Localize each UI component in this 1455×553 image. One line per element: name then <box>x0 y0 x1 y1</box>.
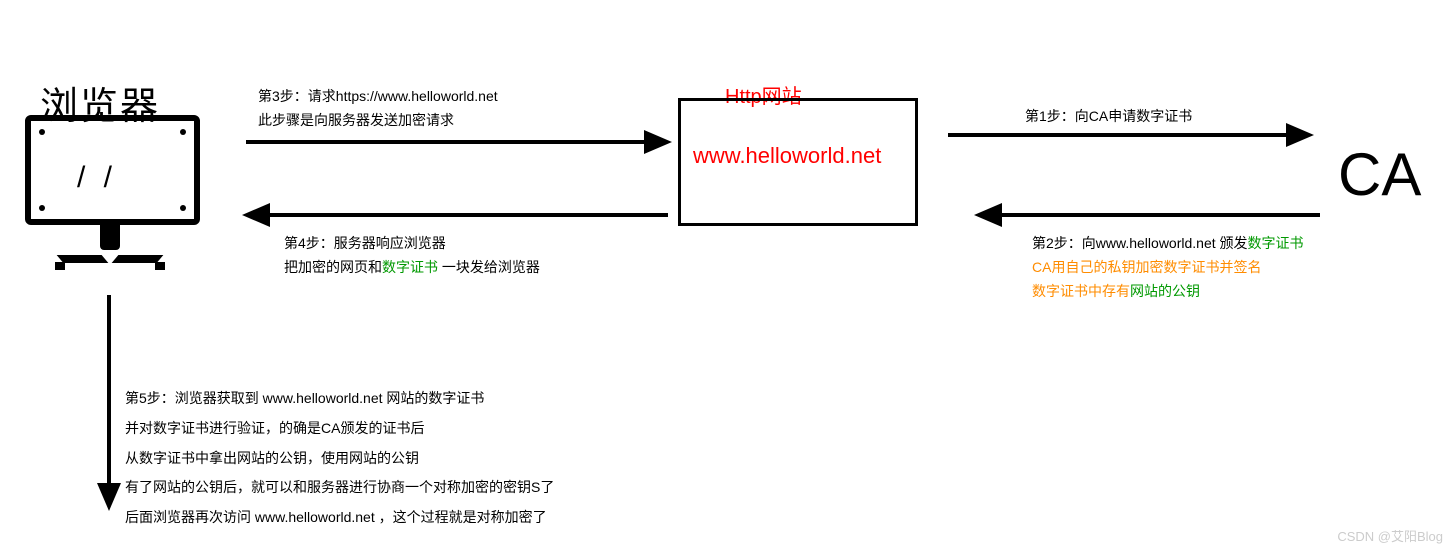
step5-text: 第5步：浏览器获取到 www.helloworld.net 网站的数字证书 并对… <box>125 387 554 536</box>
arrow-step2-head <box>974 203 1002 227</box>
arrow-step1-head <box>1286 123 1314 147</box>
monitor-foot-l <box>55 262 65 270</box>
ca-label: CA <box>1338 140 1421 209</box>
step5-line1: 第5步：浏览器获取到 www.helloworld.net 网站的数字证书 <box>125 387 554 411</box>
website-url: www.helloworld.net <box>693 143 881 169</box>
step3-line1: 第3步：请求https://www.helloworld.net <box>258 85 498 109</box>
browser-icon: / / <box>25 115 200 225</box>
step4-line2: 把加密的网页和数字证书 一块发给浏览器 <box>284 256 540 280</box>
arrow-step5-head <box>97 483 121 511</box>
step2-line1: 第2步：向www.helloworld.net 颁发数字证书 <box>1032 232 1304 256</box>
step4-line1: 第4步：服务器响应浏览器 <box>284 232 540 256</box>
step5-line5: 后面浏览器再次访问 www.helloworld.net ，这个过程就是对称加密… <box>125 506 554 530</box>
step4-text: 第4步：服务器响应浏览器 把加密的网页和数字证书 一块发给浏览器 <box>284 232 540 280</box>
step1-text: 第1步：向CA申请数字证书 <box>1025 105 1192 129</box>
step3-text: 第3步：请求https://www.helloworld.net 此步骤是向服务… <box>258 85 498 133</box>
arrow-step4-head <box>242 203 270 227</box>
arrow-step2 <box>1000 213 1320 217</box>
step3-line2: 此步骤是向服务器发送加密请求 <box>258 109 498 133</box>
arrow-step5 <box>107 295 111 485</box>
step5-line4: 有了网站的公钥后，就可以和服务器进行协商一个对称加密的密钥S了 <box>125 476 554 500</box>
step2-line2: CA用自己的私钥加密数字证书并签名 <box>1032 256 1304 280</box>
arrow-step4 <box>268 213 668 217</box>
arrow-step1 <box>948 133 1288 137</box>
step2-text: 第2步：向www.helloworld.net 颁发数字证书 CA用自己的私钥加… <box>1032 232 1304 303</box>
step5-line2: 并对数字证书进行验证，的确是CA颁发的证书后 <box>125 417 554 441</box>
arrow-step3 <box>246 140 646 144</box>
monitor-foot-r <box>155 262 165 270</box>
step5-line3: 从数字证书中拿出网站的公钥，使用网站的公钥 <box>125 447 554 471</box>
step2-line3: 数字证书中存有网站的公钥 <box>1032 280 1304 304</box>
website-box: www.helloworld.net <box>678 98 918 226</box>
monitor-stand <box>100 225 120 250</box>
arrow-step3-head <box>644 130 672 154</box>
watermark: CSDN @艾阳Blog <box>1337 526 1443 545</box>
